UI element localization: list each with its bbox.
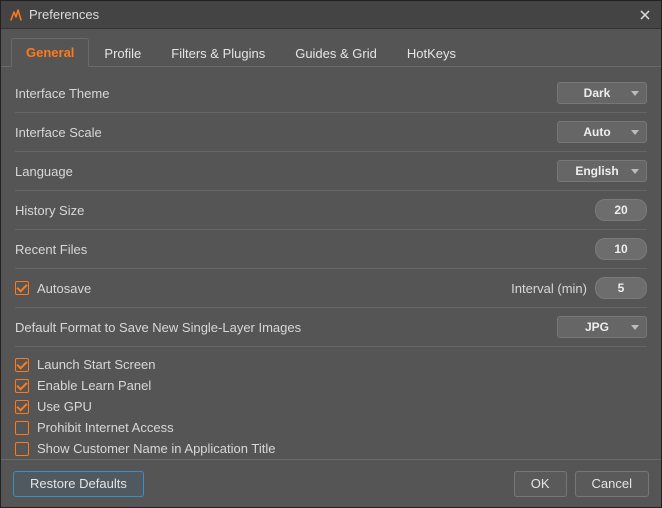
row-default-format: Default Format to Save New Single-Layer … (15, 311, 647, 347)
row-interface-scale: Interface Scale Auto (15, 116, 647, 152)
titlebar: Preferences (1, 1, 661, 29)
label-enable-learn-panel[interactable]: Enable Learn Panel (37, 378, 151, 393)
label-interface-scale: Interface Scale (15, 125, 557, 140)
input-value: 10 (614, 242, 627, 256)
window-title: Preferences (29, 7, 637, 22)
input-history-size[interactable]: 20 (595, 199, 647, 221)
tab-hotkeys[interactable]: HotKeys (392, 39, 471, 67)
ok-button[interactable]: OK (514, 471, 567, 497)
row-prohibit-internet: Prohibit Internet Access (15, 417, 647, 438)
tab-filters-plugins[interactable]: Filters & Plugins (156, 39, 280, 67)
row-use-gpu: Use GPU (15, 396, 647, 417)
label-show-customer-name[interactable]: Show Customer Name in Application Title (37, 441, 275, 456)
input-interval[interactable]: 5 (595, 277, 647, 299)
tab-profile[interactable]: Profile (89, 39, 156, 67)
dropdown-value: JPG (585, 320, 609, 334)
checkbox-enable-learn-panel[interactable] (15, 379, 29, 393)
label-autosave: Autosave (37, 281, 511, 296)
input-value: 20 (614, 203, 627, 217)
app-icon (9, 8, 23, 22)
label-recent-files: Recent Files (15, 242, 595, 257)
dropdown-value: English (575, 164, 618, 178)
input-recent-files[interactable]: 10 (595, 238, 647, 260)
close-icon[interactable] (637, 7, 653, 23)
cancel-button[interactable]: Cancel (575, 471, 649, 497)
dropdown-language[interactable]: English (557, 160, 647, 182)
label-history-size: History Size (15, 203, 595, 218)
row-show-customer-name: Show Customer Name in Application Title (15, 438, 647, 459)
dropdown-default-format[interactable]: JPG (557, 316, 647, 338)
tab-bar: General Profile Filters & Plugins Guides… (1, 29, 661, 67)
footer: Restore Defaults OK Cancel (1, 459, 661, 507)
checkbox-prohibit-internet[interactable] (15, 421, 29, 435)
checkbox-show-customer-name[interactable] (15, 442, 29, 456)
tab-general[interactable]: General (11, 38, 89, 67)
label-launch-start-screen[interactable]: Launch Start Screen (37, 357, 156, 372)
checkbox-list: Launch Start Screen Enable Learn Panel U… (15, 350, 647, 459)
label-language: Language (15, 164, 557, 179)
label-prohibit-internet[interactable]: Prohibit Internet Access (37, 420, 174, 435)
dropdown-interface-theme[interactable]: Dark (557, 82, 647, 104)
dropdown-value: Dark (584, 86, 611, 100)
input-value: 5 (618, 281, 625, 295)
checkbox-launch-start-screen[interactable] (15, 358, 29, 372)
dropdown-interface-scale[interactable]: Auto (557, 121, 647, 143)
label-use-gpu[interactable]: Use GPU (37, 399, 92, 414)
checkbox-use-gpu[interactable] (15, 400, 29, 414)
restore-defaults-button[interactable]: Restore Defaults (13, 471, 144, 497)
dropdown-value: Auto (583, 125, 610, 139)
label-interval: Interval (min) (511, 281, 587, 296)
general-panel: Interface Theme Dark Interface Scale Aut… (1, 67, 661, 459)
tab-guides-grid[interactable]: Guides & Grid (280, 39, 392, 67)
row-recent-files: Recent Files 10 (15, 233, 647, 269)
row-history-size: History Size 20 (15, 194, 647, 230)
row-autosave: Autosave Interval (min) 5 (15, 272, 647, 308)
preferences-window: Preferences General Profile Filters & Pl… (0, 0, 662, 508)
row-launch-start-screen: Launch Start Screen (15, 354, 647, 375)
checkbox-autosave[interactable] (15, 281, 29, 295)
row-enable-learn-panel: Enable Learn Panel (15, 375, 647, 396)
row-interface-theme: Interface Theme Dark (15, 77, 647, 113)
label-interface-theme: Interface Theme (15, 86, 557, 101)
label-default-format: Default Format to Save New Single-Layer … (15, 320, 557, 335)
row-language: Language English (15, 155, 647, 191)
